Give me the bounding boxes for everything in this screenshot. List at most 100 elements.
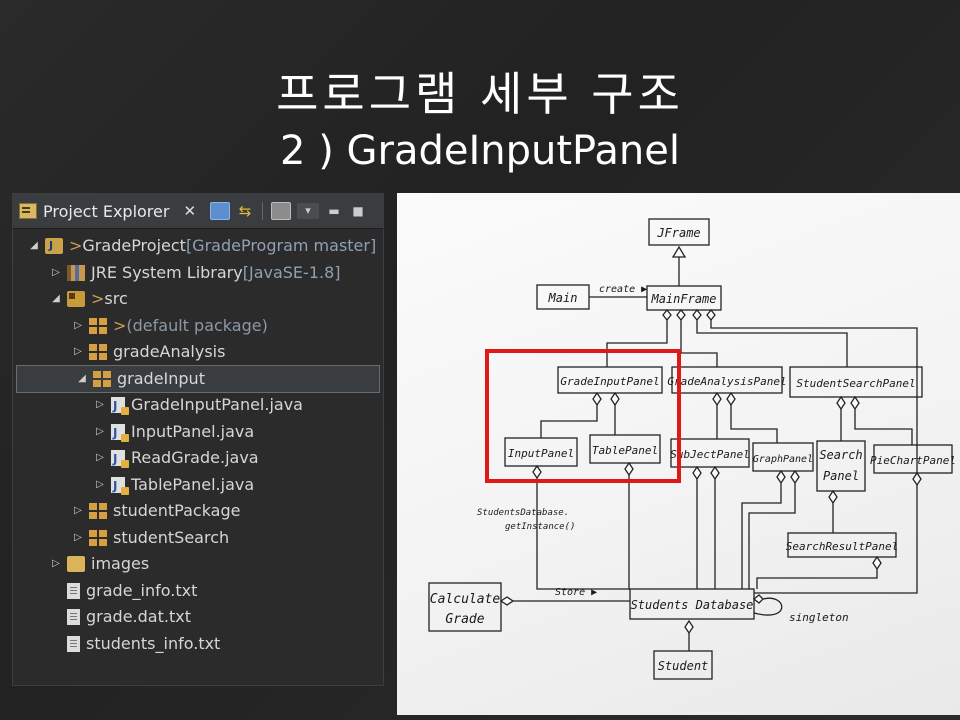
java-file-icon: [111, 473, 129, 499]
package-icon: [89, 529, 107, 546]
collapsed-arrow-icon[interactable]: ▷: [93, 392, 107, 419]
class-mainframe-label: MainFrame: [650, 292, 716, 306]
tree-item-jre[interactable]: ▷ JRE System Library [JavaSE-1.8]: [13, 260, 383, 287]
collapsed-arrow-icon[interactable]: ▷: [71, 313, 85, 340]
collapsed-arrow-icon[interactable]: ▷: [71, 498, 85, 525]
collapsed-arrow-icon[interactable]: ▷: [71, 525, 85, 552]
text-file-icon: [67, 609, 80, 626]
class-gradeanalysispanel-label: GradeAnalysisPanel: [667, 375, 786, 388]
collapsed-arrow-icon[interactable]: ▷: [93, 419, 107, 446]
class-jframe-label: JFrame: [656, 226, 700, 240]
tree-item-label: TablePanel.java: [131, 474, 255, 494]
collapsed-arrow-icon[interactable]: ▷: [93, 445, 107, 472]
highlight-box: [485, 349, 681, 483]
class-piechartpanel-label: PieChartPanel: [870, 454, 956, 467]
tree-item-GradeInputPanel[interactable]: ▷ GradeInputPanel.java: [13, 392, 383, 420]
tree-item-studentPackage[interactable]: ▷ studentPackage: [13, 498, 383, 525]
class-studentsdatabase-label: Students Database: [631, 598, 754, 612]
package-icon: [89, 344, 107, 361]
tree-item-default-pkg[interactable]: ▷ > (default package): [13, 313, 383, 340]
class-calculategrade-label-line2: Grade: [445, 612, 484, 627]
singleton-label: singleton: [789, 611, 849, 624]
tree-item-images[interactable]: ▷ images: [13, 551, 383, 578]
tab-label: Project Explorer: [43, 201, 170, 221]
slide-title: 프로그램 세부 구조: [276, 67, 684, 121]
class-graphpanel-label: GraphPanel: [753, 454, 813, 465]
java-file-icon: [111, 420, 129, 446]
expanded-arrow-icon[interactable]: ◢: [75, 366, 89, 393]
expanded-arrow-icon[interactable]: ◢: [49, 286, 63, 313]
close-icon[interactable]: ✕: [183, 202, 196, 220]
tree-item-label: gradeAnalysis: [113, 342, 226, 361]
class-gradeinputpanel-label: GradeInputPanel: [560, 375, 659, 388]
tree-item-gradeInput[interactable]: ◢ gradeInput: [16, 364, 380, 393]
class-searchresultpanel-label: SearchResultPanel: [786, 540, 899, 553]
class-main-label: Main: [548, 291, 578, 305]
tree-item-suffix: [JavaSE-1.8]: [242, 262, 341, 282]
package-icon: [89, 503, 107, 520]
getinstance-label-line1: StudentsDatabase.: [477, 508, 569, 518]
project-icon: [45, 233, 63, 260]
java-file-icon: [111, 446, 129, 473]
tree-item-studentSearch[interactable]: ▷ studentSearch: [13, 525, 383, 552]
tree-item-label: studentSearch: [113, 527, 230, 547]
git-decorator: >: [113, 315, 127, 335]
project-explorer-icon: [19, 203, 37, 219]
tree-item-TablePanel[interactable]: ▷ TablePanel.java: [13, 472, 383, 500]
collapsed-arrow-icon[interactable]: ▷: [71, 339, 85, 366]
collapse-all-icon[interactable]: [210, 202, 231, 220]
tree-item-label: GradeProject: [82, 236, 186, 255]
class-tablepanel-label: TablePanel: [592, 444, 658, 457]
collapsed-arrow-icon[interactable]: ▷: [49, 551, 63, 578]
tree-item-label: gradeInput: [117, 368, 205, 388]
minimize-icon[interactable]: ▬: [325, 203, 343, 219]
class-student-label: Student: [658, 659, 709, 673]
tree-item-label: studentPackage: [113, 501, 241, 520]
explorer-header: Project Explorer ✕ ⇆ ▾ ▬ ■: [13, 194, 383, 229]
folder-icon: [67, 556, 85, 573]
java-file-icon: [111, 393, 129, 420]
view-menu-icon[interactable]: ▾: [297, 203, 320, 219]
class-diagram: JFrame Main MainFrame GradeInputPanel Gr…: [428, 218, 956, 680]
tree-item-label: images: [91, 554, 150, 573]
create-relation-label: create ▶: [599, 284, 647, 295]
git-decorator: >: [69, 236, 83, 255]
tree-item-label: students_info.txt: [86, 633, 221, 653]
tree-item-project[interactable]: ◢ > GradeProject [GradeProgram master]: [13, 233, 383, 260]
store-relation-label: Store ▶: [555, 587, 597, 598]
collapsed-arrow-icon[interactable]: ▷: [93, 472, 107, 499]
collapsed-arrow-icon[interactable]: ▷: [49, 260, 63, 287]
tree-item-label: src: [104, 289, 128, 308]
tree-item-grade_info[interactable]: grade_info.txt: [13, 578, 383, 605]
tree-item-label: GradeInputPanel.java: [131, 395, 303, 414]
slide-subtitle: 2 ) GradeInputPanel: [280, 128, 680, 174]
library-icon: [67, 264, 85, 281]
tree-item-label: InputPanel.java: [131, 421, 255, 441]
toolbar-divider: [262, 202, 264, 220]
tree-item-ReadGrade[interactable]: ▷ ReadGrade.java: [13, 445, 383, 473]
class-inputpanel-label: InputPanel: [508, 447, 574, 460]
select-working-set-icon[interactable]: [271, 202, 292, 220]
project-tree: ◢ > GradeProject [GradeProgram master] ▷ JR…: [13, 229, 383, 657]
tree-item-grade_dat[interactable]: grade.dat.txt: [13, 604, 383, 631]
package-icon: [89, 317, 107, 334]
tree-item-src[interactable]: ◢ > src: [13, 286, 383, 313]
tree-item-label: grade_info.txt: [86, 580, 198, 600]
class-subjectpanel-label: SubJectPanel: [670, 448, 749, 461]
text-file-icon: [67, 582, 80, 599]
tree-item-suffix: [GradeProgram master]: [185, 236, 377, 255]
tree-item-label: ReadGrade.java: [131, 448, 259, 467]
tree-item-students_info[interactable]: students_info.txt: [13, 631, 383, 658]
getinstance-label-line2: getInstance(): [505, 522, 575, 532]
class-diagram-photo: JFrame Main MainFrame GradeInputPanel Gr…: [397, 193, 960, 715]
package-icon: [93, 370, 111, 387]
maximize-icon[interactable]: ■: [349, 203, 367, 219]
tree-item-gradeAnalysis[interactable]: ▷ gradeAnalysis: [13, 339, 383, 366]
link-with-editor-icon[interactable]: ⇆: [236, 203, 254, 219]
tree-item-InputPanel[interactable]: ▷ InputPanel.java: [13, 419, 383, 447]
expanded-arrow-icon[interactable]: ◢: [27, 233, 41, 260]
tab-project-explorer[interactable]: Project Explorer ✕: [19, 202, 196, 221]
tree-item-label: grade.dat.txt: [86, 607, 191, 626]
class-searchpanel-label-line2: Panel: [823, 469, 859, 483]
class-searchpanel-label-line1: Search: [819, 448, 862, 462]
